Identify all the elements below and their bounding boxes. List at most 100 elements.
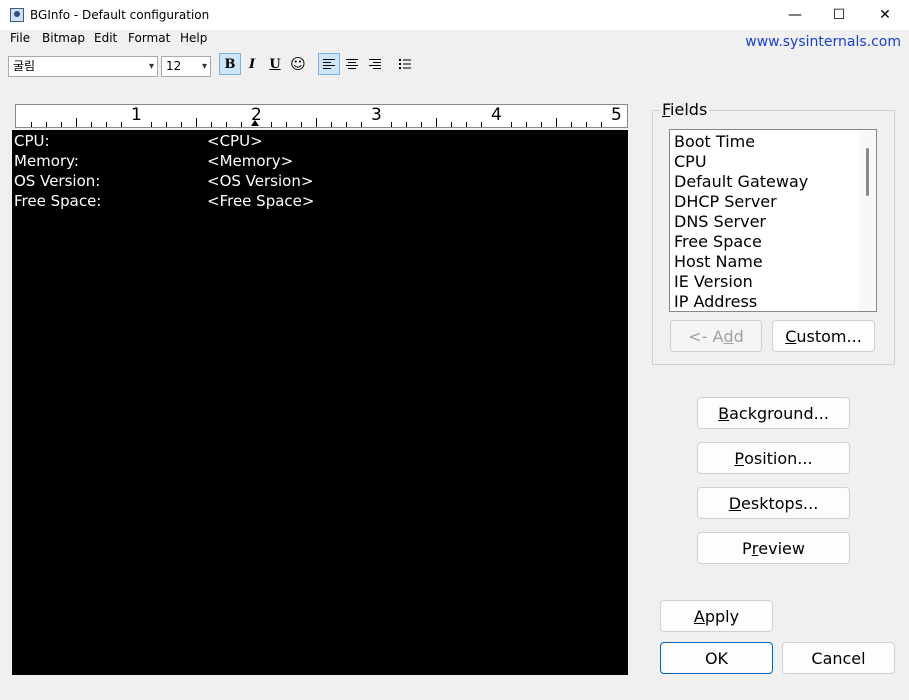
ruler-tick: [346, 122, 347, 127]
editor-field-token: <Memory>: [207, 152, 294, 170]
menu-format[interactable]: Format: [128, 31, 170, 45]
ruler-tick: [511, 122, 512, 127]
list-item[interactable]: Free Space: [674, 232, 762, 251]
ruler-tick: [466, 122, 467, 127]
ruler-tick: [151, 122, 152, 127]
align-left-button[interactable]: [318, 53, 340, 75]
ruler-tick: [301, 122, 302, 127]
ruler-tick: [286, 122, 287, 127]
ruler-tick: [436, 118, 437, 127]
menu-bitmap[interactable]: Bitmap: [42, 31, 85, 45]
list-item[interactable]: DHCP Server: [674, 192, 777, 211]
editor-label: CPU:: [14, 132, 50, 150]
ruler-tick: [196, 118, 197, 127]
font-name-value: 굴림: [13, 59, 36, 73]
list-item[interactable]: CPU: [674, 152, 707, 171]
ruler-tick: [391, 122, 392, 127]
list-item[interactable]: Host Name: [674, 252, 763, 271]
tab-stop-marker[interactable]: [251, 120, 259, 126]
menu-edit[interactable]: Edit: [94, 31, 117, 45]
ruler-tick: [481, 122, 482, 127]
align-center-icon: [346, 59, 358, 69]
ruler-number: 5: [611, 105, 622, 125]
window-title: BGInfo - Default configuration: [30, 8, 210, 22]
preview-button[interactable]: Pr eview: [697, 532, 850, 564]
editor-field-token: <Free Space>: [207, 192, 315, 210]
menu-help[interactable]: Help: [180, 31, 207, 45]
font-size-combo[interactable]: 12 ▾: [161, 56, 211, 77]
list-item[interactable]: Boot Time: [674, 132, 755, 151]
apply-button[interactable]: Apply: [660, 600, 773, 632]
fields-group-label: Fields: [660, 100, 710, 119]
ruler-tick: [76, 118, 77, 127]
menu-file[interactable]: File: [10, 31, 30, 45]
text-color-icon[interactable]: ☺: [287, 53, 309, 75]
ruler-tick: [91, 122, 92, 127]
scrollbar-thumb[interactable]: [866, 148, 869, 196]
ruler-tick: [421, 122, 422, 127]
ruler-tick: [181, 122, 182, 127]
ruler-tick: [331, 122, 332, 127]
bullets-button[interactable]: [394, 53, 416, 75]
ruler-number: 4: [491, 105, 502, 125]
font-size-value: 12: [166, 59, 182, 73]
italic-button[interactable]: I: [241, 53, 263, 75]
bold-button[interactable]: B: [219, 53, 241, 75]
underline-button[interactable]: U: [264, 53, 286, 75]
desktops-button[interactable]: Desktops...: [697, 487, 850, 519]
cancel-button[interactable]: Cancel: [782, 642, 895, 674]
ruler-tick: [166, 122, 167, 127]
position-button[interactable]: Position...: [697, 442, 850, 474]
custom-field-button[interactable]: Custom...: [772, 320, 875, 352]
ruler-tick: [361, 122, 362, 127]
maximize-button[interactable]: ☐: [816, 0, 862, 30]
align-left-icon: [323, 59, 335, 69]
ruler-tick: [406, 122, 407, 127]
ruler-tick: [556, 118, 557, 127]
background-button[interactable]: Background...: [697, 397, 850, 429]
sysinternals-link[interactable]: www.sysinternals.com: [745, 34, 901, 50]
editor-field-token: <OS Version>: [207, 172, 314, 190]
minimize-button[interactable]: —: [772, 0, 818, 30]
ruler: 12345: [15, 104, 628, 128]
bginfo-app-icon: [10, 8, 24, 22]
editor-field-token: <CPU>: [207, 132, 263, 150]
ruler-tick: [61, 122, 62, 127]
ruler-tick: [46, 122, 47, 127]
ruler-tick: [226, 122, 227, 127]
chevron-down-icon: ▾: [148, 61, 154, 72]
list-item[interactable]: DNS Server: [674, 212, 766, 231]
ruler-tick: [241, 122, 242, 127]
ruler-tick: [571, 122, 572, 127]
align-right-button[interactable]: [364, 53, 386, 75]
fields-listbox[interactable]: Boot Time CPU Default Gateway DHCP Server DN…: [669, 129, 877, 312]
ruler-tick: [31, 122, 32, 127]
ruler-tick: [541, 122, 542, 127]
align-center-button[interactable]: [341, 53, 363, 75]
ruler-tick: [106, 122, 107, 127]
ruler-tick: [526, 122, 527, 127]
editor-label: OS Version:: [14, 172, 101, 190]
text-editor[interactable]: CPU: <CPU> Memory: <Memory> OS Version: <OS V…: [12, 130, 628, 675]
list-item[interactable]: IP Address: [674, 292, 757, 311]
ruler-tick: [211, 122, 212, 127]
fields-scrollbar[interactable]: [859, 130, 876, 311]
align-right-icon: [369, 59, 381, 69]
bullet-list-icon: [399, 59, 411, 69]
ruler-tick: [601, 122, 602, 127]
list-item[interactable]: IE Version: [674, 272, 753, 291]
ruler-tick: [121, 122, 122, 127]
ruler-tick: [451, 122, 452, 127]
chevron-down-icon: ▾: [201, 61, 207, 72]
ruler-tick: [271, 122, 272, 127]
ruler-tick: [586, 122, 587, 127]
editor-label: Memory:: [14, 152, 79, 170]
add-field-button[interactable]: <- Add: [670, 320, 762, 352]
font-name-combo[interactable]: 굴림 ▾: [8, 56, 158, 77]
ruler-tick: [316, 118, 317, 127]
ruler-number: 1: [131, 105, 142, 125]
close-button[interactable]: ✕: [862, 0, 908, 30]
list-item[interactable]: Default Gateway: [674, 172, 808, 191]
ruler-number: 3: [371, 105, 382, 125]
ok-button[interactable]: OK: [660, 642, 773, 674]
